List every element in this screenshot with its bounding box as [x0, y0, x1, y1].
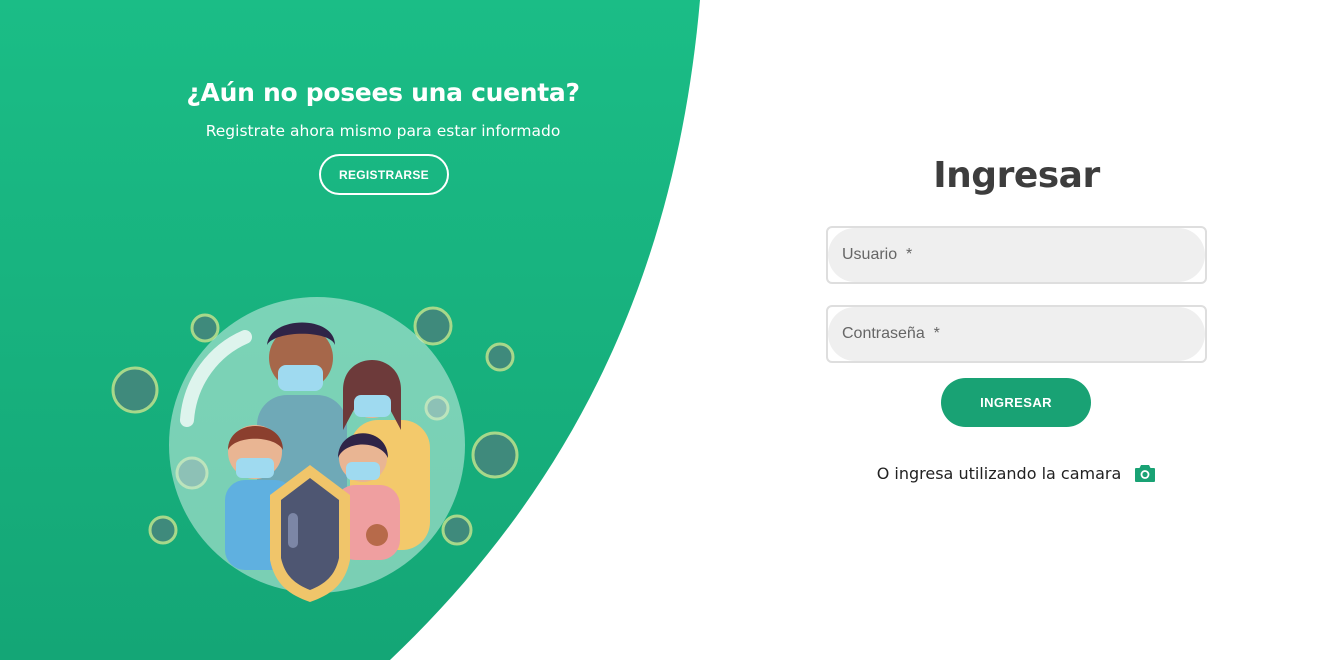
password-input[interactable] [828, 307, 1205, 361]
login-button[interactable]: INGRESAR [941, 378, 1091, 427]
signup-panel: ¿Aún no posees una cuenta? Registrate ah… [0, 0, 700, 660]
camera-login-text: O ingresa utilizando la camara [876, 463, 1122, 483]
camera-login-row: O ingresa utilizando la camara [826, 461, 1207, 485]
login-panel: Ingresar INGRESAR O ingresa utilizando l… [826, 150, 1207, 510]
username-input[interactable] [828, 228, 1205, 282]
login-title: Ingresar [933, 155, 1100, 196]
family-mask-bubble-icon [111, 297, 519, 602]
password-field-wrapper [826, 305, 1207, 363]
signup-title: ¿Aún no posees una cuenta? [186, 78, 580, 107]
signup-subtitle: Registrate ahora mismo para estar inform… [205, 122, 561, 140]
username-field-wrapper [826, 226, 1207, 284]
camera-icon[interactable] [1134, 463, 1156, 483]
register-button[interactable]: REGISTRARSE [319, 154, 449, 195]
